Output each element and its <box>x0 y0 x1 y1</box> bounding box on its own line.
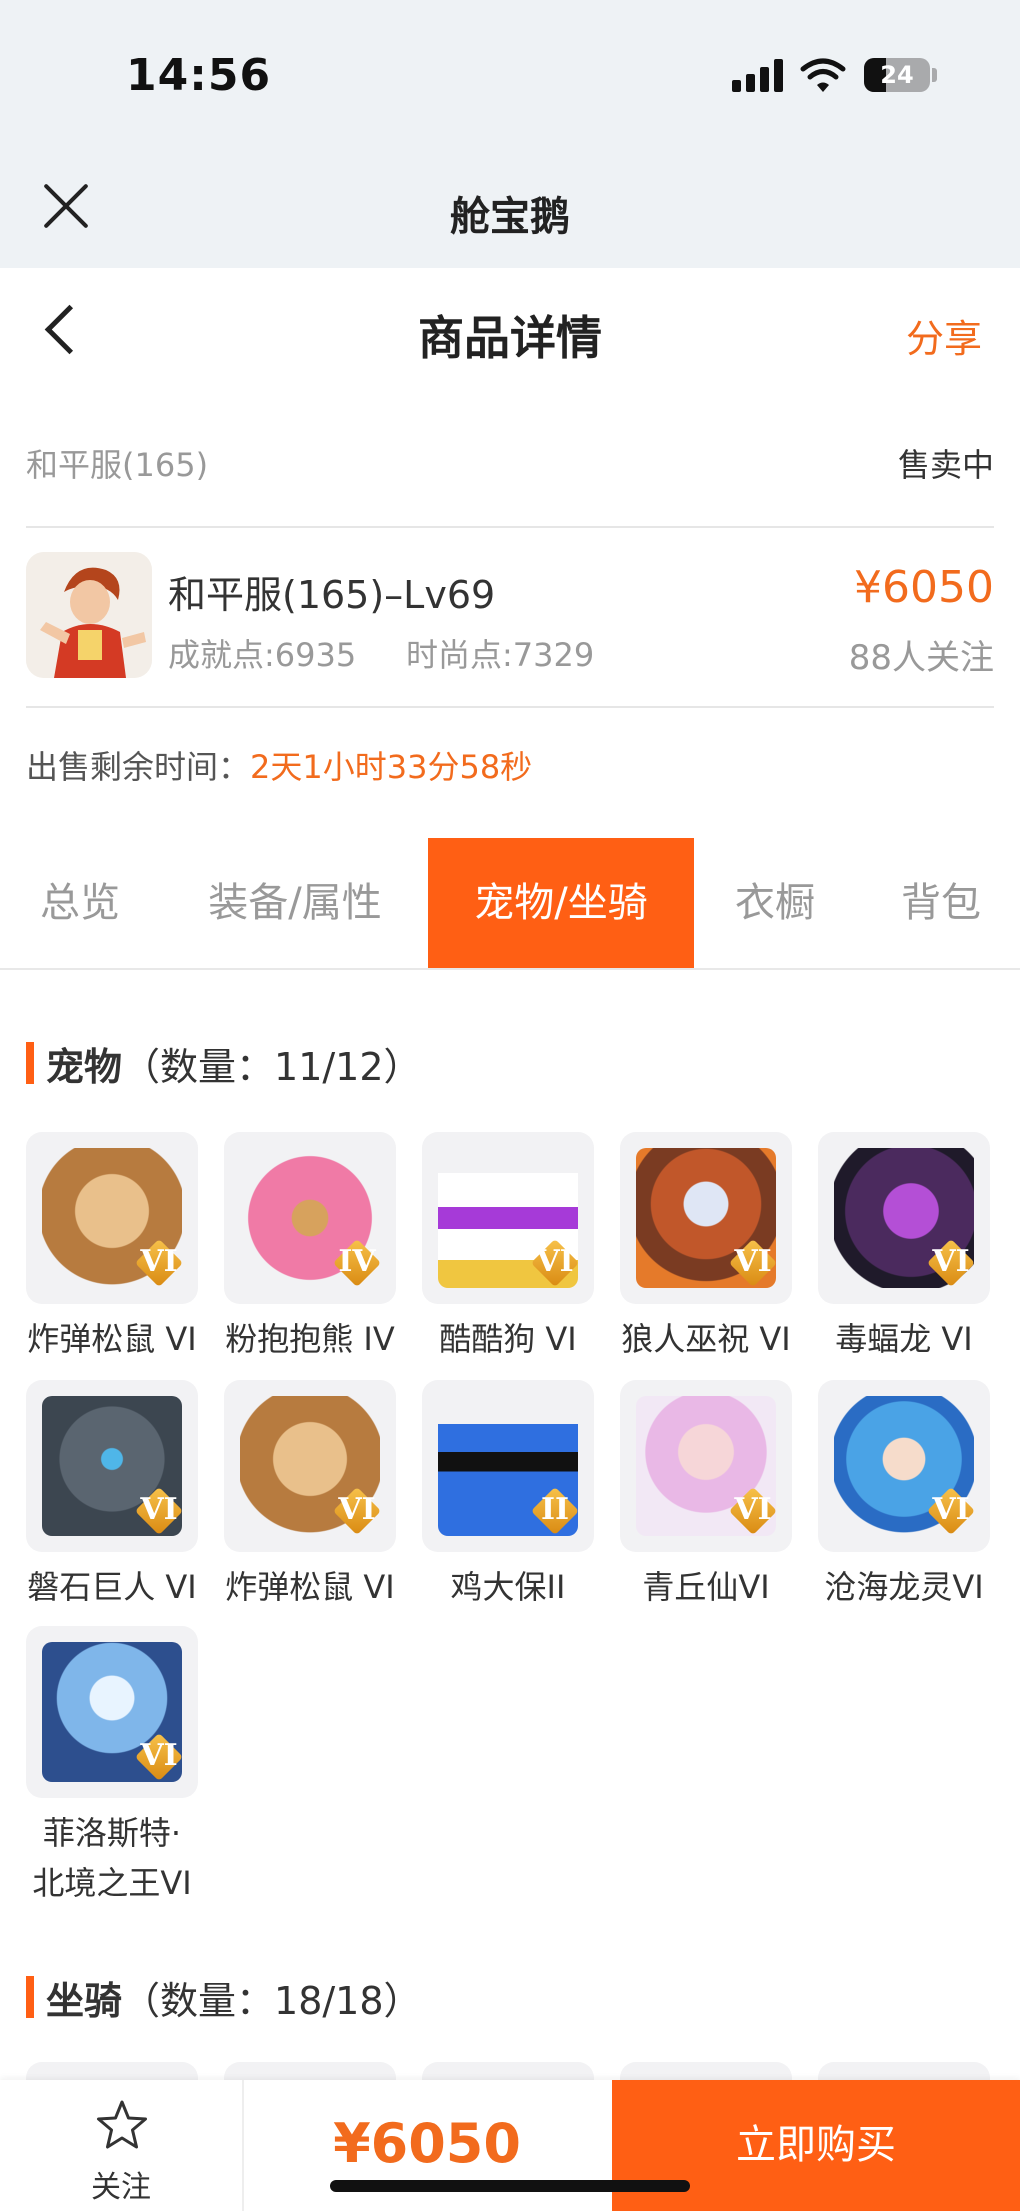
star-icon <box>97 2100 147 2149</box>
pet-name: 炸弹松鼠 VI <box>27 1320 197 1358</box>
level-badge: VI <box>134 1238 184 1288</box>
level-badge: VI <box>926 1238 976 1288</box>
tab-equipment[interactable]: 装备/属性 <box>180 838 410 968</box>
character-avatar <box>26 552 152 678</box>
divider <box>26 526 994 528</box>
share-button[interactable]: 分享 <box>906 308 982 363</box>
top-area: 14:56 24 舱宝鹅 <box>0 0 1020 268</box>
pet-name: 鸡大保II <box>450 1568 566 1606</box>
pet-image: VI <box>620 1380 792 1552</box>
fashion-points: 时尚点:7329 <box>406 636 595 674</box>
pet-name: 沧海龙灵VI <box>824 1568 984 1606</box>
wifi-icon <box>800 58 846 92</box>
cellular-signal-icon <box>732 58 786 92</box>
product-row: 和平服(165)–Lv69 成就点:6935 时尚点:7329 ¥6050 88… <box>26 552 994 682</box>
sale-time-label: 出售剩余时间： <box>26 748 251 786</box>
section-count: （数量：11/12） <box>122 1045 422 1089</box>
pet-name: 磐石巨人 VI <box>27 1568 197 1606</box>
pet-image: VI <box>422 1132 594 1304</box>
divider <box>26 706 994 708</box>
pet-name: 菲洛斯特· 北境之王VI <box>32 1814 192 1902</box>
pet-image: VI <box>818 1380 990 1552</box>
battery-icon: 24 <box>864 58 930 92</box>
pet-image: VI <box>818 1132 990 1304</box>
app-title: 舱宝鹅 <box>450 194 570 240</box>
pet-image: VI <box>224 1380 396 1552</box>
pet-image: IV <box>224 1132 396 1304</box>
section-name: 坐骑 <box>46 1979 123 2023</box>
pet-image: VI <box>26 1626 198 1798</box>
mount-card[interactable] <box>620 2062 792 2082</box>
tab-overview[interactable]: 总览 <box>0 838 160 968</box>
section-accent-bar <box>26 1042 34 1084</box>
level-badge: VI <box>728 1486 778 1536</box>
bottom-price: ¥6050 <box>333 2112 521 2175</box>
section-count: （数量：18/18） <box>122 1979 422 2023</box>
server-name: 和平服(165) <box>26 446 209 484</box>
mount-card[interactable] <box>224 2062 396 2082</box>
follow-label: 关注 <box>91 2170 151 2205</box>
mount-card[interactable] <box>422 2062 594 2082</box>
achievement-points: 成就点:6935 <box>168 636 357 674</box>
product-name: 和平服(165)–Lv69 <box>168 573 496 617</box>
mount-card[interactable] <box>26 2062 198 2082</box>
pet-name: 毒蝠龙 VI <box>835 1320 973 1358</box>
level-badge: VI <box>332 1486 382 1536</box>
level-badge: IV <box>332 1238 382 1288</box>
level-badge: VI <box>134 1732 184 1782</box>
tab-bar: 总览 装备/属性 宠物/坐骑 衣橱 背包 <box>0 838 1020 970</box>
tab-wardrobe[interactable]: 衣橱 <box>700 838 850 968</box>
server-row: 和平服(165) 售卖中 <box>26 420 994 510</box>
level-badge: VI <box>926 1486 976 1536</box>
pet-name: 青丘仙VI <box>642 1568 770 1606</box>
tab-pets-mounts[interactable]: 宠物/坐骑 <box>428 838 694 968</box>
level-badge: II <box>530 1486 580 1536</box>
battery-tip <box>932 68 937 82</box>
pet-name: 粉抱抱熊 IV <box>225 1320 395 1358</box>
home-indicator <box>330 2180 690 2192</box>
level-badge: VI <box>728 1238 778 1288</box>
status-time: 14:56 <box>126 50 272 101</box>
level-badge: VI <box>530 1238 580 1288</box>
follower-count: 88人关注 <box>848 638 994 678</box>
sale-time-row: 出售剩余时间：2天1小时33分58秒 <box>26 742 532 788</box>
pet-image: II <box>422 1380 594 1552</box>
pet-image: VI <box>620 1132 792 1304</box>
sale-time-value: 2天1小时33分58秒 <box>250 748 533 786</box>
mount-card[interactable] <box>818 2062 990 2082</box>
page-header: 商品详情 分享 <box>0 268 1020 398</box>
page-title: 商品详情 <box>418 311 602 365</box>
pet-image: VI <box>26 1380 198 1552</box>
sale-status: 售卖中 <box>897 446 994 484</box>
follow-button[interactable]: 关注 <box>0 2080 244 2211</box>
pet-image: VI <box>26 1132 198 1304</box>
battery-level: 24 <box>880 61 914 89</box>
pet-name: 狼人巫祝 VI <box>621 1320 791 1358</box>
mounts-section-title: 坐骑（数量：18/18） <box>26 1970 422 2025</box>
section-name: 宠物 <box>46 1045 123 1089</box>
pets-section-title: 宠物（数量：11/12） <box>26 1036 422 1091</box>
section-accent-bar <box>26 1976 34 2018</box>
pet-name: 酷酷狗 VI <box>439 1320 577 1358</box>
tab-backpack[interactable]: 背包 <box>866 838 1016 968</box>
product-price: ¥6050 <box>854 562 994 613</box>
pet-name: 炸弹松鼠 VI <box>225 1568 395 1606</box>
level-badge: VI <box>134 1486 184 1536</box>
